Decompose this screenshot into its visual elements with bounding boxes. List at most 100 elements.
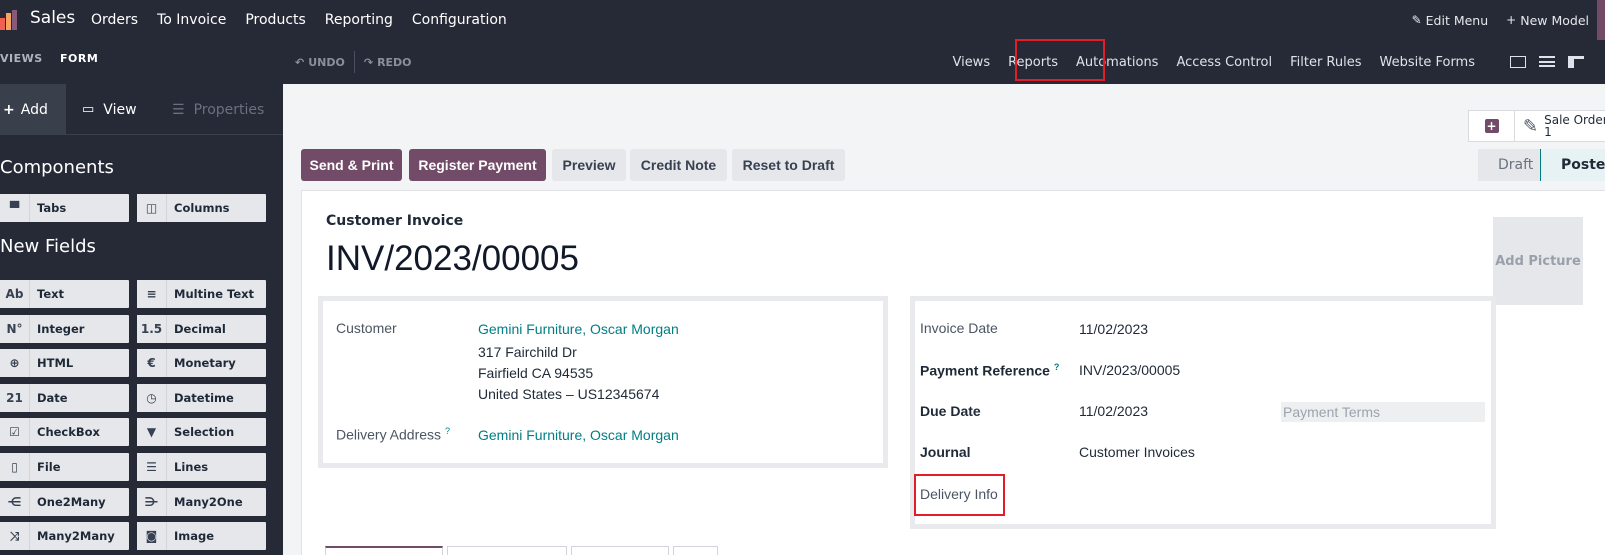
field-datetime[interactable]: ◷ Datetime <box>137 383 266 412</box>
field-date[interactable]: 21 Date <box>0 383 129 412</box>
redo-button[interactable]: REDO <box>377 56 411 69</box>
journal-label: Journal <box>920 444 971 460</box>
status-posted[interactable]: Posted <box>1540 149 1605 181</box>
field-label: Lines <box>174 460 209 474</box>
studio-menu-views[interactable]: Views <box>952 55 990 70</box>
preview-button[interactable]: Preview <box>552 149 626 181</box>
payment-reference-value[interactable]: INV/2023/00005 <box>1079 362 1180 378</box>
new-model-button[interactable]: + New Model <box>1506 13 1589 28</box>
split-layout-icon[interactable] <box>1568 56 1584 68</box>
send-print-button[interactable]: Send & Print <box>301 149 402 181</box>
due-date-value[interactable]: 11/02/2023 <box>1079 403 1148 419</box>
customer-label: Customer <box>336 320 397 336</box>
edit-menu-button[interactable]: ✎ Edit Menu <box>1412 13 1489 28</box>
due-date-label: Due Date <box>920 403 981 419</box>
delivery-address-link[interactable]: Gemini Furniture, Oscar Morgan <box>478 427 679 443</box>
top-right-actions: ✎ Edit Menu + New Model <box>1412 0 1605 40</box>
tab-view-label: View <box>103 101 137 118</box>
field-label: Many2One <box>174 494 243 509</box>
breadcrumb-form: FORM <box>60 52 99 65</box>
invoice-date-value[interactable]: 11/02/2023 <box>1079 321 1148 337</box>
component-columns[interactable]: ◫ Columns <box>137 194 266 222</box>
image-icon: ◙ <box>137 522 167 551</box>
studio-menu-access-control[interactable]: Access Control <box>1176 55 1272 70</box>
menu-products[interactable]: Products <box>245 12 305 28</box>
notebook-tab[interactable] <box>325 546 443 555</box>
notebook-tab[interactable] <box>571 546 669 555</box>
payment-reference-label: Payment Reference ? <box>920 362 1059 379</box>
tabs-icon: ▀ <box>0 194 30 222</box>
field-monetary[interactable]: € Monetary <box>137 349 266 378</box>
address-line-2: Fairfield CA 94535 <box>478 365 594 381</box>
sidebar-tabs: + Add ▭ View ☰ Properties <box>0 84 283 135</box>
app-name[interactable]: Sales <box>30 8 75 28</box>
field-text[interactable]: Ab Text <box>0 280 129 308</box>
field-label: Monetary <box>174 356 236 371</box>
field-decimal[interactable]: 1.5 Decimal <box>137 314 266 343</box>
breadcrumb-views[interactable]: VIEWS <box>0 52 43 65</box>
app-logo-icon[interactable] <box>0 10 22 30</box>
html-icon: ⊕ <box>0 349 30 378</box>
component-tabs[interactable]: ▀ Tabs <box>0 194 129 222</box>
document-type: Customer Invoice <box>326 213 464 229</box>
plus-icon: + <box>1506 13 1517 27</box>
field-label: Decimal <box>174 321 226 336</box>
status-draft[interactable]: Draft <box>1478 149 1540 181</box>
menu-orders[interactable]: Orders <box>91 12 138 28</box>
decimal-icon: 1.5 <box>137 314 167 343</box>
help-icon[interactable]: ? <box>445 426 450 436</box>
checkbox-icon: ☑ <box>0 418 30 447</box>
undo-button[interactable]: UNDO <box>308 56 345 69</box>
date-icon: 21 <box>0 383 30 412</box>
tab-view[interactable]: ▭ View <box>82 84 137 135</box>
field-image[interactable]: ◙ Image <box>137 522 266 551</box>
text-icon: Ab <box>0 280 30 308</box>
field-checkbox[interactable]: ☑ CheckBox <box>0 418 129 447</box>
edit-menu-label: Edit Menu <box>1425 12 1489 28</box>
tab-properties[interactable]: ☰ Properties <box>172 84 264 135</box>
field-multiline-text[interactable]: ≡ Multine Text <box>137 280 266 308</box>
divider <box>353 51 355 73</box>
status-bar: Draft Posted <box>1478 149 1605 181</box>
field-label: Text <box>37 287 65 301</box>
credit-note-button[interactable]: Credit Note <box>630 149 727 181</box>
tab-add-label: Add <box>20 101 48 118</box>
undo-icon: ↶ <box>295 55 305 69</box>
journal-value[interactable]: Customer Invoices <box>1079 444 1195 460</box>
status-posted-label: Posted <box>1561 157 1605 173</box>
field-label: HTML <box>37 356 74 371</box>
menu-to-invoice[interactable]: To Invoice <box>157 12 226 28</box>
redo-icon: ↷ <box>363 55 374 69</box>
field-label: Selection <box>174 425 235 440</box>
card-layout-icon[interactable] <box>1510 56 1526 68</box>
field-lines[interactable]: ☰ Lines <box>137 453 266 481</box>
field-html[interactable]: ⊕ HTML <box>0 349 129 378</box>
field-integer[interactable]: N° Integer <box>0 314 129 343</box>
field-label: Many2Many <box>37 529 115 544</box>
field-one2many[interactable]: ⋲ One2Many <box>0 487 129 516</box>
properties-icon: ☰ <box>172 101 185 118</box>
add-smart-button[interactable]: + <box>1469 111 1515 141</box>
sale-order-smart-button[interactable]: ✎ Sale Order 1 <box>1515 111 1605 141</box>
reset-to-draft-button[interactable]: Reset to Draft <box>732 149 845 181</box>
field-many2many[interactable]: ⤨ Many2Many <box>0 522 129 551</box>
menu-configuration[interactable]: Configuration <box>412 12 507 28</box>
studio-menu-website-forms[interactable]: Website Forms <box>1380 55 1475 70</box>
field-file[interactable]: ▯ File <box>0 453 129 481</box>
register-payment-button[interactable]: Register Payment <box>409 149 546 181</box>
add-picture-button[interactable]: Add Picture <box>1493 217 1583 305</box>
customer-link[interactable]: Gemini Furniture, Oscar Morgan <box>478 321 679 337</box>
tab-add[interactable]: + Add <box>0 84 66 135</box>
menu-reporting[interactable]: Reporting <box>325 12 393 28</box>
undo-redo-group: ↶ UNDO ↷ REDO <box>295 40 412 84</box>
field-many2one[interactable]: ⋺ Many2One <box>137 487 266 516</box>
list-layout-icon[interactable] <box>1539 56 1555 67</box>
components-title: Components <box>0 157 114 178</box>
notebook-tab[interactable] <box>447 546 567 555</box>
payment-terms-field[interactable]: Payment Terms <box>1281 402 1485 422</box>
field-selection[interactable]: ▼ Selection <box>137 418 266 447</box>
notebook-tab[interactable] <box>673 546 718 555</box>
field-label: One2Many <box>37 494 106 509</box>
help-icon[interactable]: ? <box>1054 362 1060 372</box>
studio-menu-filter-rules[interactable]: Filter Rules <box>1290 55 1361 70</box>
